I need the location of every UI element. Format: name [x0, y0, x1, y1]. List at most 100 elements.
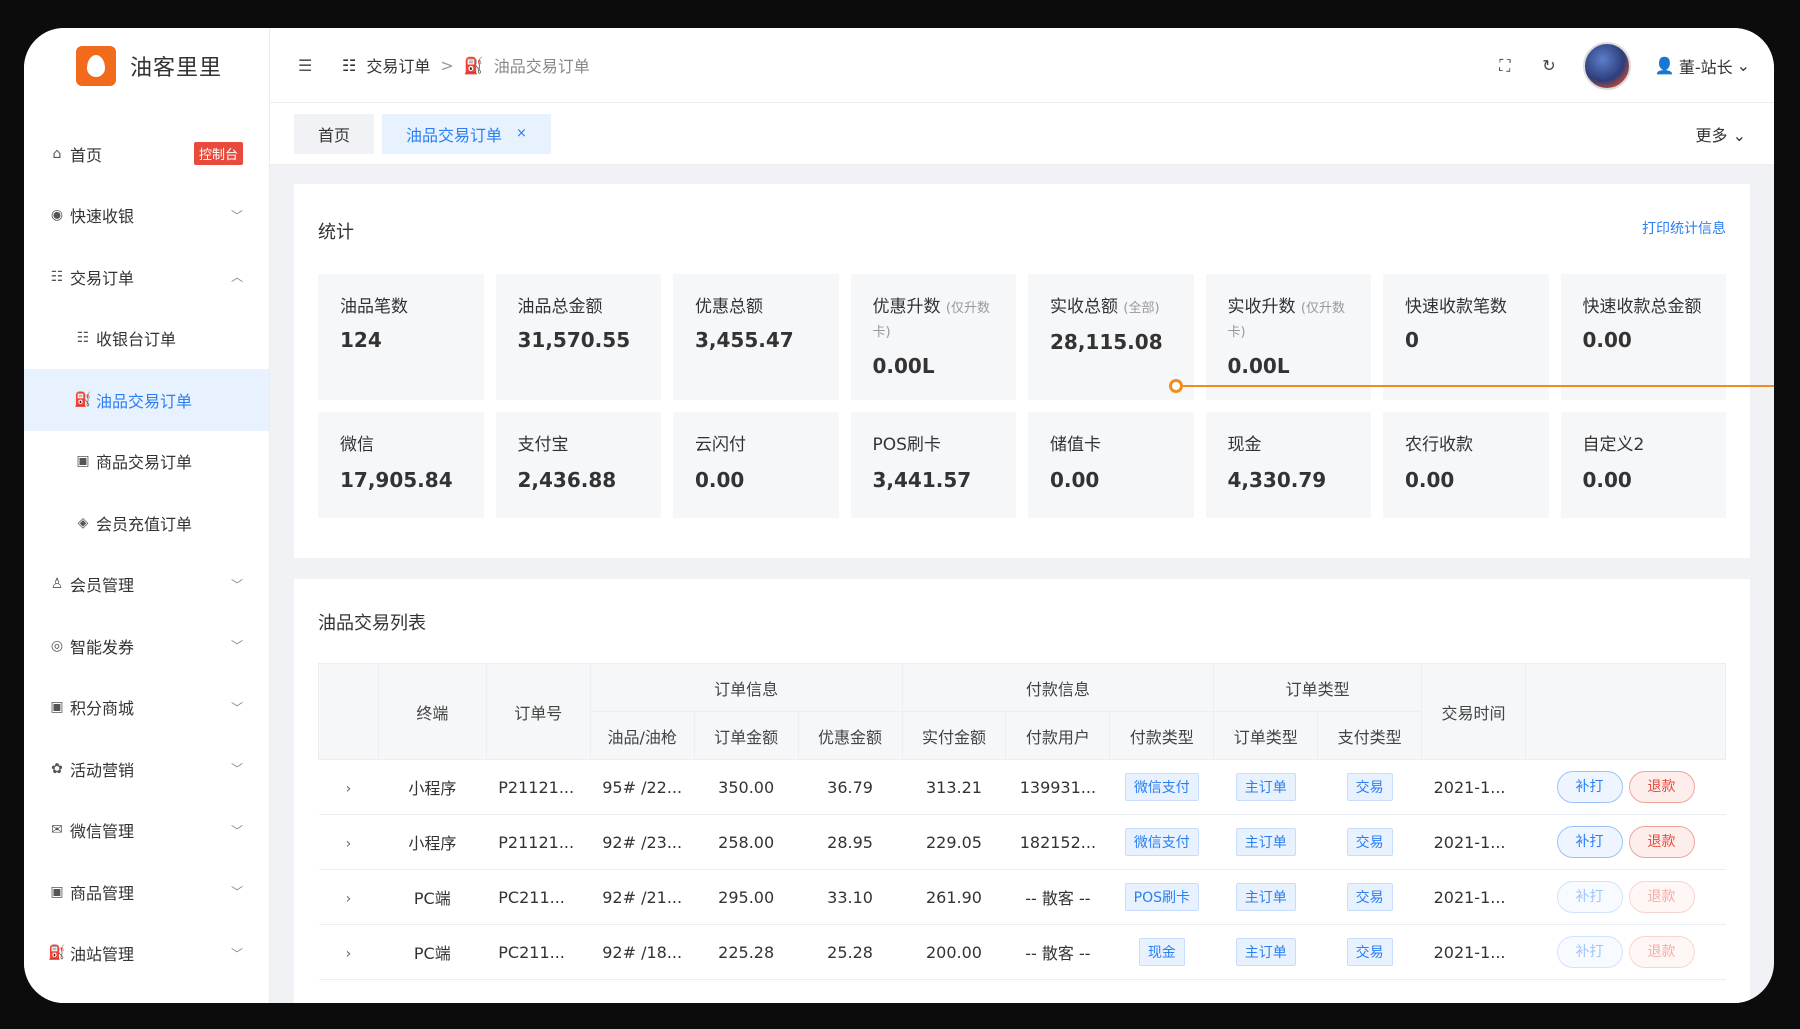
stat-card: 油品笔数 124	[318, 274, 484, 400]
user-icon: 👤	[1654, 56, 1675, 75]
console-badge[interactable]: 控制台	[193, 142, 243, 166]
reprint-button[interactable]: 补打	[1556, 826, 1623, 858]
reprint-button[interactable]: 补打	[1556, 771, 1623, 803]
stat-label: 油品笔数	[340, 296, 462, 318]
cell-paid: 200.00	[902, 924, 1006, 980]
refund-button[interactable]: 退款	[1628, 771, 1695, 803]
cell-terminal: PC端	[378, 869, 487, 925]
refund-button[interactable]: 退款	[1628, 826, 1695, 858]
cell-paid: 313.21	[902, 759, 1006, 815]
expand-row-icon[interactable]: ›	[318, 814, 379, 870]
pay-type-tag: 现金	[1138, 938, 1185, 966]
bag-icon: ▣	[50, 699, 64, 716]
sidebar-item[interactable]: ◈ 会员充值订单	[24, 492, 269, 554]
table-row[interactable]: › 小程序 P21121... 95# /22... 350.00 36.79 313.21…	[318, 759, 1726, 815]
stat-card: 实收总额 (全部) 28,115.08	[1028, 274, 1194, 400]
menu-collapse-icon[interactable]: ☰	[298, 56, 318, 75]
sidebar-item[interactable]: ⛽ 油品交易订单	[24, 369, 269, 431]
sidebar-item[interactable]: ✉ 微信管理 ﹀	[24, 800, 269, 862]
table-row[interactable]: › PC端 PC211... 92# /21... 295.00 33.10 261.90-…	[318, 869, 1726, 925]
tab-home[interactable]: 首页	[294, 113, 375, 154]
expand-row-icon[interactable]: ›	[318, 869, 379, 925]
cell-amount: 258.00	[694, 814, 799, 870]
stat-label-note: (全部)	[1123, 301, 1160, 316]
stat-value: 0.00	[1582, 328, 1632, 352]
stat-label-text: 支付宝	[517, 435, 569, 455]
stat-label: 优惠升数 (仅升数卡)	[873, 296, 995, 344]
order-type-tag: 主订单	[1235, 938, 1296, 966]
cell-order-type: 主订单	[1213, 924, 1318, 980]
user-menu[interactable]: 👤 董-站长 ⌄	[1655, 54, 1750, 78]
stat-card: 云闪付 0.00	[673, 412, 839, 518]
stat-label: 现金	[1228, 434, 1350, 456]
stat-label: 快速收款总金额	[1583, 296, 1705, 318]
stat-card: 快速收款笔数 0	[1383, 274, 1549, 400]
sidebar-item-label: 会员充值订单	[96, 514, 193, 534]
cell-amount: 350.00	[694, 759, 799, 815]
order-table: 终端 订单号 订单信息 付款信息 订单类型 交易时间 油品/油枪 订单金额 优惠…	[318, 663, 1726, 980]
close-icon[interactable]: ×	[516, 126, 527, 141]
tab-fuel-orders[interactable]: 油品交易订单 ×	[382, 113, 551, 154]
stat-label: 农行收款	[1405, 434, 1527, 456]
chevron-down-icon: ﹀	[230, 700, 243, 715]
sidebar-item[interactable]: ◉ 快速收银 ﹀	[24, 185, 269, 247]
subheader: 油品/油枪	[589, 711, 695, 760]
sidebar-item[interactable]: ◎ 智能发券 ﹀	[24, 615, 269, 677]
sidebar-item[interactable]: ✿ 活动营销 ﹀	[24, 738, 269, 800]
stat-label-text: 实收升数	[1227, 297, 1296, 317]
order-type-tag: 主订单	[1235, 828, 1296, 856]
refresh-icon[interactable]: ↻	[1539, 56, 1559, 76]
more-tabs-button[interactable]: 更多 ⌄	[1695, 122, 1746, 146]
sidebar-item[interactable]: ▣ 积分商城 ﹀	[24, 677, 269, 739]
stat-label: 实收升数 (仅升数卡)	[1228, 296, 1350, 344]
more-label: 更多	[1695, 125, 1728, 145]
sidebar-item-label: 活动营销	[70, 760, 135, 780]
reprint-button[interactable]: 补打	[1556, 881, 1623, 913]
table-row[interactable]: › 小程序 P21121... 92# /23... 258.00 28.95 229.05…	[318, 814, 1726, 870]
reprint-button[interactable]: 补打	[1556, 936, 1623, 968]
stat-label-text: 现金	[1227, 435, 1262, 455]
cell-actions: 补打 退款	[1525, 924, 1726, 980]
stats-title: 统计	[318, 222, 354, 243]
pay-type-tag: 微信支付	[1124, 828, 1199, 856]
stat-label-text: 快速收款总金额	[1582, 297, 1702, 317]
stats-panel: 统计 打印统计信息 油品笔数 124 油品总金额 31,570.55 优惠总额 3,455…	[294, 184, 1750, 558]
chevron-down-icon: ﹀	[230, 577, 243, 592]
table-row[interactable]: › PC端 PC211... 92# /18... 225.28 25.28 200.00-…	[318, 924, 1726, 980]
sidebar-item[interactable]: ☷ 交易订单 ︿	[24, 246, 269, 308]
device-frame: 油客里里 ⌂ 首页 控制台 ◉ 快速收银 ﹀ ☷ 交易订单 ︿ ☷ 收银台订单 ⛽ 油品交易订单 ▣ 商品交…	[0, 0, 1800, 1029]
list-title: 油品交易列表	[318, 613, 426, 634]
header-order-info: 订单信息	[589, 663, 903, 712]
stat-card: 支付宝 2,436.88	[495, 412, 661, 518]
header-actions	[1525, 663, 1726, 760]
refund-button[interactable]: 退款	[1628, 936, 1695, 968]
expand-header	[318, 663, 379, 760]
cell-terminal: 小程序	[378, 759, 487, 815]
stat-value: 0	[1405, 328, 1419, 352]
expand-row-icon[interactable]: ›	[318, 924, 379, 980]
sidebar-item[interactable]: ▣ 商品交易订单	[24, 431, 269, 493]
subheader: 订单类型	[1213, 711, 1319, 760]
sidebar-item[interactable]: ⛽ 油站管理 ﹀	[24, 923, 269, 985]
cell-fuel: 95# /22...	[590, 759, 695, 815]
logo[interactable]: 油客里里	[24, 28, 269, 103]
sidebar-item[interactable]: ♙ 会员管理 ﹀	[24, 554, 269, 616]
fullscreen-icon[interactable]: ⛶	[1495, 56, 1515, 76]
cell-time: 2021-1...	[1421, 924, 1526, 980]
avatar[interactable]	[1582, 41, 1631, 90]
cell-user: -- 散客 --	[1005, 869, 1110, 925]
stat-value: 0.00	[1582, 468, 1632, 492]
sidebar-item-label: 商品管理	[70, 883, 135, 903]
expand-row-icon[interactable]: ›	[318, 759, 379, 815]
breadcrumb-item[interactable]: 交易订单	[366, 53, 430, 77]
refund-button[interactable]: 退款	[1628, 881, 1695, 913]
sidebar-item[interactable]: ▣ 商品管理 ﹀	[24, 861, 269, 923]
sidebar-item[interactable]: ⚙配置管理﹀	[24, 984, 269, 1003]
sidebar-item[interactable]: ☷ 收银台订单	[24, 308, 269, 370]
print-stats-link[interactable]: 打印统计信息	[1642, 218, 1726, 238]
sidebar-item[interactable]: ⌂ 首页 控制台	[24, 123, 269, 185]
cell-user: 182152...	[1005, 814, 1110, 870]
cell-time: 2021-1...	[1421, 814, 1526, 870]
stat-label: 油品总金额	[518, 296, 640, 318]
stat-card: 农行收款 0.00	[1383, 412, 1549, 518]
